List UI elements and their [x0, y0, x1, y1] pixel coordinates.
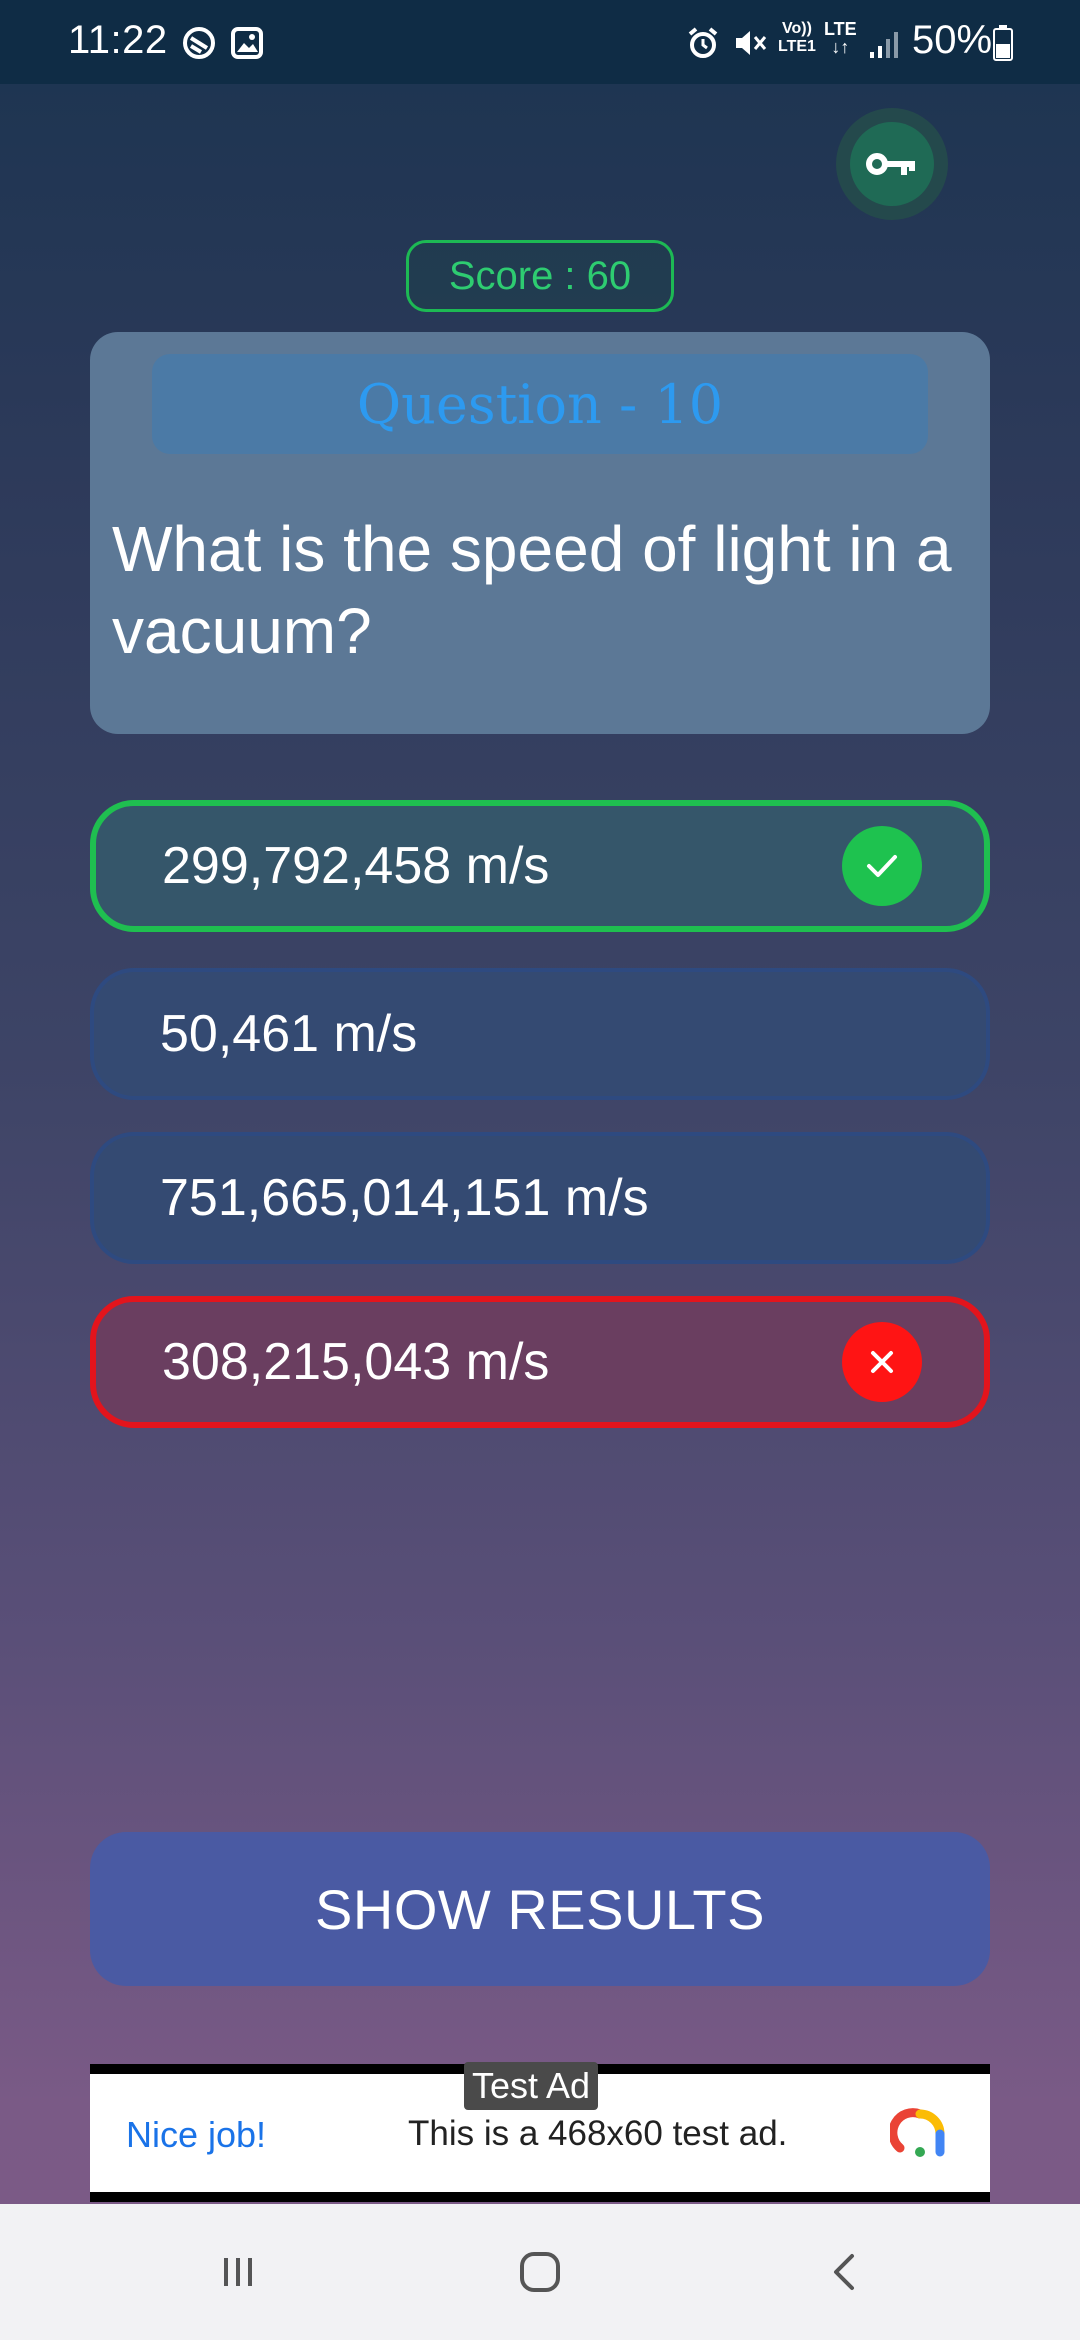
correct-badge: [842, 826, 922, 906]
key-icon: [866, 153, 915, 175]
alarm-icon: [688, 27, 718, 58]
network-type: LTE: [824, 19, 857, 39]
signal-icon: [870, 32, 898, 58]
score-badge: Score : 60: [406, 240, 674, 312]
ad-body: This is a 468x60 test ad.: [408, 2114, 788, 2153]
home-button[interactable]: [500, 2242, 580, 2302]
system-nav-bar: [0, 2204, 1080, 2340]
ad-logo-icon: [890, 2108, 945, 2157]
recent-apps-button[interactable]: [198, 2242, 278, 2302]
answer-option-1[interactable]: 299,792,458 m/s: [90, 800, 990, 932]
volte-indicator: Vo)) LTE1: [778, 20, 816, 56]
status-time: 11:22: [68, 18, 168, 62]
status-bar: 11:22 Vo)) LTE1 LTE ↓↑ 50%: [0, 0, 1080, 84]
volte-bottom: LTE1: [778, 38, 816, 55]
check-icon: [867, 855, 897, 877]
show-results-button[interactable]: SHOW RESULTS: [90, 1832, 990, 1986]
hint-key-button[interactable]: [836, 108, 948, 220]
data-arrows: ↓↑: [831, 37, 850, 57]
quiz-screen: 11:22 Vo)) LTE1 LTE ↓↑ 50% Score: 60 Qu…: [0, 0, 1080, 2340]
hint-key-inner: [850, 122, 934, 206]
answer-label: 308,215,043 m/s: [162, 1333, 550, 1391]
sync-icon: [183, 27, 215, 59]
back-icon: [834, 2254, 854, 2290]
ad-headline: Nice job!: [126, 2114, 267, 2155]
volte-top: Vo)): [782, 20, 812, 37]
answer-option-2[interactable]: 50,461 m/s: [90, 968, 990, 1100]
answer-label: 299,792,458 m/s: [162, 837, 550, 895]
network-indicator: LTE ↓↑: [824, 20, 857, 56]
ad-banner[interactable]: Test Ad Nice job! This is a 468x60 test …: [90, 2062, 990, 2202]
answer-option-4[interactable]: 308,215,043 m/s: [90, 1296, 990, 1428]
question-number: Question - 10: [152, 354, 928, 454]
mute-icon: [736, 31, 767, 55]
question-text: What is the speed of light in a vacuum?: [112, 513, 952, 667]
image-icon: [231, 27, 263, 59]
answer-option-3[interactable]: 751,665,014,151 m/s: [90, 1132, 990, 1264]
test-ad-badge: Test Ad: [464, 2062, 599, 2110]
battery-icon: [993, 25, 1013, 61]
home-icon: [520, 2252, 560, 2292]
answer-label: 751,665,014,151 m/s: [160, 1169, 649, 1227]
answer-label: 50,461 m/s: [160, 1005, 418, 1063]
back-button[interactable]: [804, 2242, 884, 2302]
question-card: Question - 10 What is the speed of light…: [90, 332, 990, 734]
close-icon: [871, 1351, 893, 1373]
battery-percent: 50%: [912, 18, 993, 62]
recent-apps-icon: [224, 2258, 252, 2286]
wrong-badge: [842, 1322, 922, 1402]
